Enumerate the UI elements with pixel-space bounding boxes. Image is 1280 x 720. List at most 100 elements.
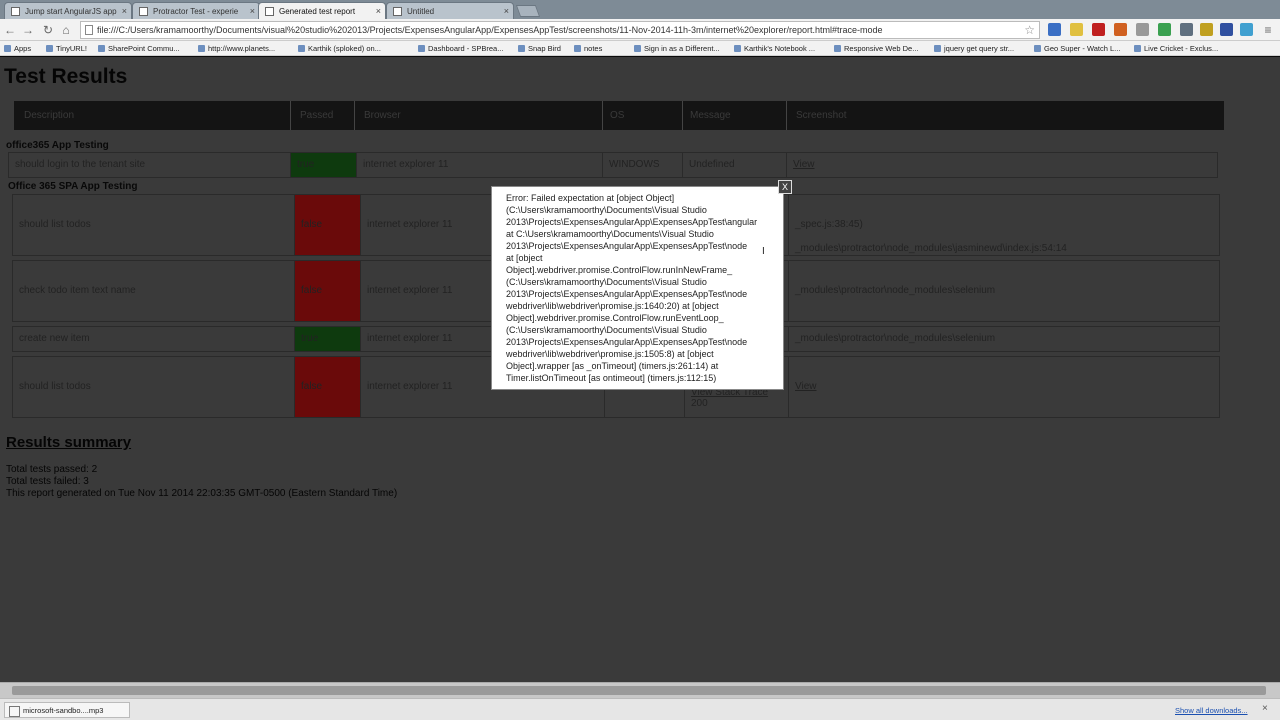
bookmarks-bar: Apps TinyURL! SharePoint Commu... http:/…	[0, 41, 1280, 56]
modal-close-button[interactable]: X	[778, 180, 792, 194]
bookmark-item[interactable]: Karthik's Notebook ...	[734, 44, 815, 53]
bookmark-item[interactable]: Sign in as a Different...	[634, 44, 720, 53]
column-header-browser: Browser	[364, 110, 401, 121]
status-badge: true	[291, 153, 357, 177]
close-icon[interactable]: ×	[504, 6, 509, 16]
cell-browser: internet explorer 11	[357, 153, 603, 177]
column-header-passed: Passed	[300, 110, 334, 121]
page-title: Test Results	[4, 65, 128, 88]
extension-icon[interactable]	[1240, 23, 1253, 36]
menu-icon[interactable]: ≡	[1260, 22, 1276, 38]
show-all-downloads-link[interactable]: Show all downloads...	[1175, 706, 1248, 715]
summary-failed: Total tests failed: 3	[6, 476, 89, 487]
bookmark-item[interactable]: SharePoint Commu...	[98, 44, 180, 53]
column-divider	[682, 101, 683, 130]
tab-untitled[interactable]: Untitled ×	[386, 2, 514, 19]
stack-trace-line: Object].webdriver.promise.ControlFlow.ru…	[506, 265, 733, 275]
scrollbar-thumb[interactable]	[12, 686, 1266, 695]
bookmark-item[interactable]: TinyURL!	[46, 44, 87, 53]
extension-icon[interactable]	[1114, 23, 1127, 36]
bookmark-item[interactable]: notes	[574, 44, 602, 53]
stack-trace-line: (C:\Users\kramamoorthy\Documents\Visual …	[506, 325, 707, 335]
extension-icon[interactable]	[1136, 23, 1149, 36]
cell-description: create new item	[13, 327, 295, 351]
group-label: Office 365 SPA App Testing	[8, 181, 138, 192]
bookmark-item[interactable]: jquery get query str...	[934, 44, 1014, 53]
page-favicon-icon	[139, 7, 148, 16]
bookmark-item[interactable]: http://www.planets...	[198, 44, 275, 53]
bookmark-item[interactable]: Karthik (sploked) on...	[298, 44, 381, 53]
stack-trace-line: Error: Failed expectation at [object Obj…	[506, 193, 675, 203]
summary-passed: Total tests passed: 2	[6, 464, 98, 475]
column-divider	[602, 101, 603, 130]
status-badge: true	[295, 327, 361, 351]
stack-trace-modal: Error: Failed expectation at [object Obj…	[491, 186, 784, 390]
tab-label: Jump start AngularJS app	[25, 7, 117, 16]
column-header-os: OS	[610, 110, 625, 121]
extension-icon[interactable]	[1180, 23, 1193, 36]
stack-trace-line: at C:\Users\kramamoorthy\Documents\Visua…	[506, 229, 714, 239]
bookmark-item[interactable]: Geo Super - Watch L...	[1034, 44, 1120, 53]
page-favicon-icon	[265, 7, 274, 16]
column-divider	[290, 101, 291, 130]
bookmark-item[interactable]: Snap Bird	[518, 44, 561, 53]
tab-label: Protractor Test - experie	[153, 7, 239, 16]
stack-trace-line: 2013\Projects\ExpensesAngularApp\Expense…	[506, 289, 748, 299]
extension-icon[interactable]	[1158, 23, 1171, 36]
forward-arrow-icon[interactable]: →	[20, 22, 36, 38]
stack-trace-line: (C:\Users\kramamoorthy\Documents\Visual …	[506, 277, 707, 287]
stack-trace-line: Timer.listOnTimeout [as ontimeout] (time…	[506, 373, 717, 383]
status-badge: false	[295, 357, 361, 417]
table-row: should login to the tenant site true int…	[8, 152, 1218, 178]
extension-icon[interactable]	[1220, 23, 1233, 36]
close-icon[interactable]: ×	[1262, 703, 1268, 714]
home-icon[interactable]: ⌂	[58, 22, 74, 38]
close-icon[interactable]: ×	[376, 6, 381, 16]
extension-icon[interactable]	[1070, 23, 1083, 36]
horizontal-scrollbar[interactable]	[0, 682, 1280, 698]
cell-description: should login to the tenant site	[9, 153, 291, 177]
cell-message: Undefined	[683, 153, 787, 177]
view-screenshot-link[interactable]: View	[787, 153, 1217, 177]
column-header-description: Description	[24, 110, 75, 121]
downloads-bar: microsoft-sandbo....mp3 Show all downloa…	[0, 698, 1280, 720]
column-divider	[786, 101, 787, 130]
tab-protractor[interactable]: Protractor Test - experie ×	[132, 2, 260, 19]
stack-trace-line: 2013\Projects\ExpensesAngularApp\Expense…	[506, 241, 748, 251]
bookmark-item[interactable]: Apps	[4, 44, 31, 53]
bookmark-item[interactable]: Dashboard - SPBrea...	[418, 44, 503, 53]
stack-trace-line: webdriver\lib\webdriver\promise.js:1640:…	[506, 301, 719, 311]
close-icon[interactable]: ×	[122, 6, 127, 16]
download-item[interactable]: microsoft-sandbo....mp3	[4, 702, 130, 718]
trace-text: _spec.js:38:45)	[795, 219, 863, 230]
extension-icon[interactable]	[1092, 23, 1105, 36]
page-icon	[85, 25, 93, 35]
address-bar[interactable]: file:///C:/Users/kramamoorthy/Documents/…	[80, 21, 1040, 39]
stack-trace-line: at [object	[506, 253, 543, 263]
stack-trace-line: 2013\Projects\ExpensesAngularApp\Expense…	[506, 217, 758, 227]
tab-angularjs[interactable]: Jump start AngularJS app ×	[4, 2, 132, 19]
bookmark-item[interactable]: Responsive Web De...	[834, 44, 918, 53]
status-badge: false	[295, 261, 361, 321]
tab-test-report[interactable]: Generated test report ×	[258, 2, 386, 19]
new-tab-button[interactable]	[515, 5, 541, 17]
close-icon[interactable]: ×	[250, 6, 255, 16]
extension-icon[interactable]	[1048, 23, 1061, 36]
cell-trace: _modules\protractor\node_modules\seleniu…	[795, 285, 996, 296]
cell-description: should list todos	[13, 195, 295, 255]
cell-trace: _modules\protractor\node_modules\seleniu…	[795, 333, 996, 344]
url-text: file:///C:/Users/kramamoorthy/Documents/…	[97, 25, 883, 35]
trace-text: _modules\protractor\node_modules\jasmine…	[795, 243, 1067, 254]
view-screenshot-link[interactable]: View	[789, 357, 1219, 417]
cell-os: WINDOWS	[603, 153, 683, 177]
page-favicon-icon	[393, 7, 402, 16]
bookmark-item[interactable]: Live Cricket - Exclus...	[1134, 44, 1218, 53]
message-text: 200	[691, 398, 708, 409]
back-arrow-icon[interactable]: ←	[2, 22, 18, 38]
reload-icon[interactable]: ↻	[40, 22, 56, 38]
column-header-screenshot: Screenshot	[796, 110, 847, 121]
bookmark-star-icon[interactable]: ☆	[1024, 23, 1035, 37]
summary-title: Results summary	[6, 434, 132, 451]
tab-label: Untitled	[407, 7, 435, 16]
extension-icon[interactable]	[1200, 23, 1213, 36]
